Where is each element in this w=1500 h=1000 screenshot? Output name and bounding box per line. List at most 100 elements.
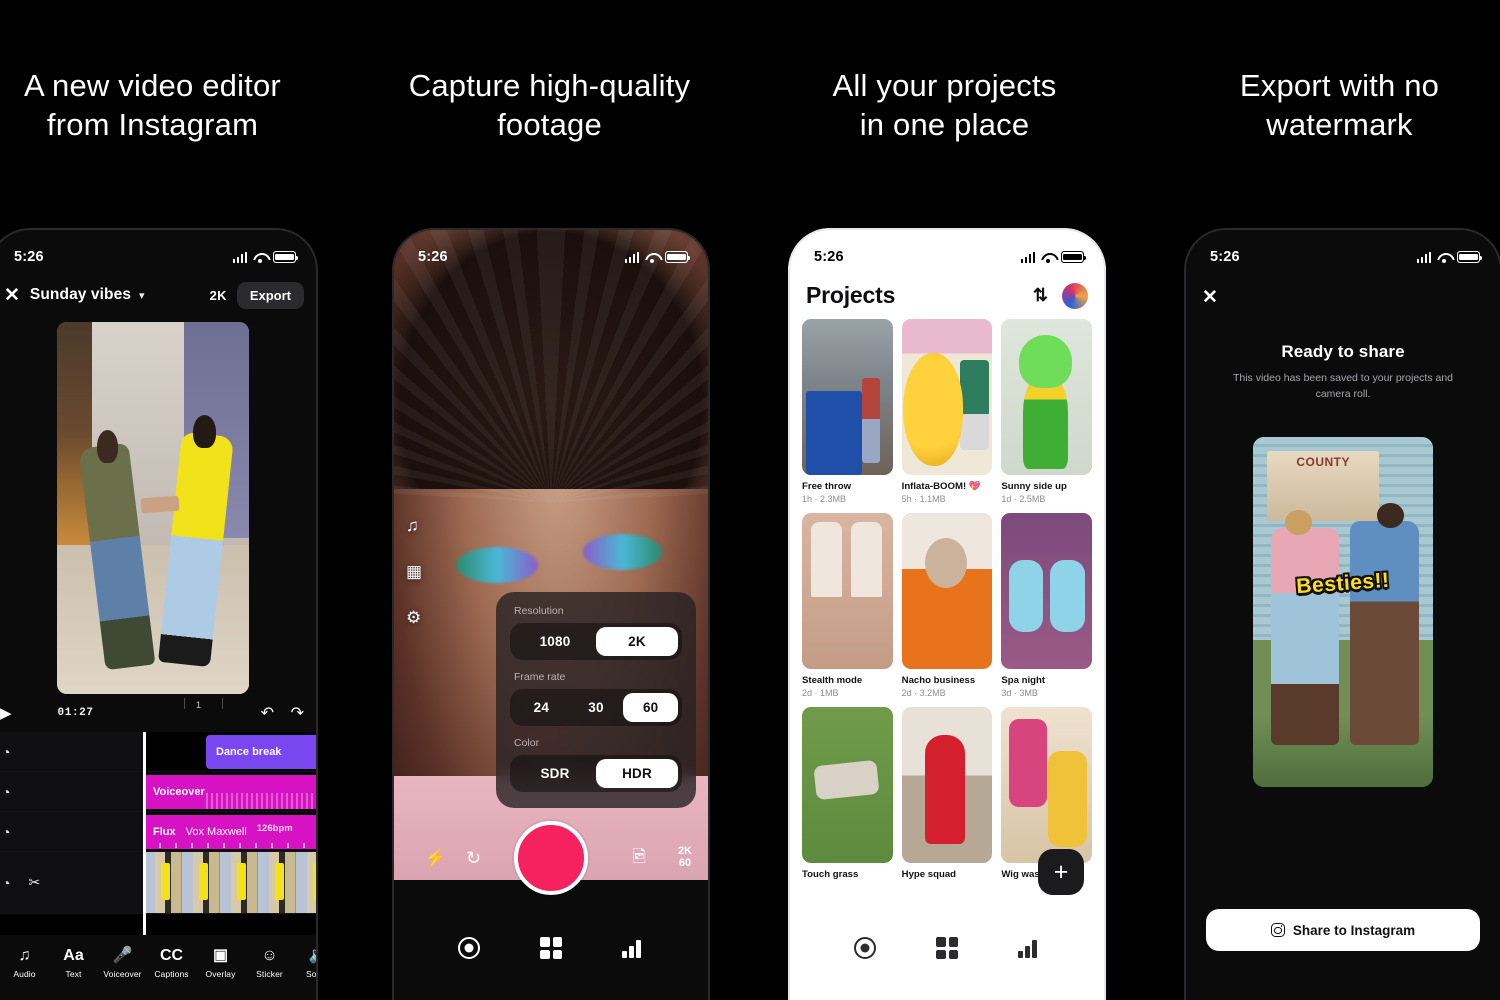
tool-label: Sound bbox=[305, 969, 318, 979]
artist-name: Vox Maxwell bbox=[185, 826, 247, 838]
nav-record-icon[interactable] bbox=[854, 937, 876, 959]
project-thumbnail[interactable] bbox=[802, 707, 893, 863]
music-icon[interactable]: ♫ bbox=[406, 516, 422, 536]
capture-mode-label[interactable]: 2K 60 bbox=[678, 846, 692, 869]
frame-rate-group[interactable]: 24 30 60 bbox=[510, 689, 682, 726]
trim-icon[interactable]: ✂ bbox=[28, 874, 40, 891]
resolution-option-2k[interactable]: 2K bbox=[596, 627, 678, 656]
project-title[interactable]: Sunday vibes bbox=[30, 286, 131, 304]
camera-settings-panel[interactable]: Resolution 1080 2K Frame rate 24 30 60 C… bbox=[496, 592, 696, 808]
project-name: Stealth mode bbox=[802, 675, 863, 686]
play-icon[interactable]: ▶ bbox=[0, 704, 12, 722]
headline-editor: A new video editor from Instagram bbox=[0, 66, 340, 144]
project-name: Free throw bbox=[802, 481, 852, 492]
project-meta: 1h · 2.3MB bbox=[802, 494, 847, 504]
export-button[interactable]: Export bbox=[236, 281, 304, 309]
timeline[interactable]: ◔ Dance break ◔ Voiceover ◔ Flux Vox Max… bbox=[0, 732, 318, 952]
list-item[interactable]: Stealth mode 2d · 1MB bbox=[802, 513, 893, 698]
timeline-track-music[interactable]: ◔ Flux Vox Maxwell 126bpm bbox=[0, 812, 318, 852]
color-option-hdr[interactable]: HDR bbox=[596, 759, 678, 788]
project-thumbnail[interactable] bbox=[802, 319, 893, 475]
preview-person-left bbox=[1271, 527, 1340, 745]
flip-camera-icon[interactable]: ↻ bbox=[466, 848, 481, 869]
volume-icon[interactable]: ◔ bbox=[2, 824, 10, 840]
chevron-down-icon[interactable]: ▾ bbox=[139, 289, 145, 302]
camera-side-rail: ♫ ▦ ⚙ bbox=[406, 516, 422, 628]
resolution-group[interactable]: 1080 2K bbox=[510, 623, 682, 660]
clip-voiceover[interactable]: Voiceover bbox=[143, 775, 318, 809]
list-item[interactable]: Inflata-BOOM! 💖 5h · 1.1MB bbox=[901, 319, 993, 504]
tool-label: Audio bbox=[13, 969, 36, 979]
list-item[interactable]: Spa night 3d · 3MB bbox=[1001, 513, 1092, 698]
gallery-icon[interactable]: 🖻 bbox=[632, 844, 646, 873]
close-icon[interactable]: ✕ bbox=[1202, 286, 1218, 309]
export-video-preview[interactable]: COUNTY Besties!! bbox=[1253, 436, 1433, 787]
settings-icon[interactable]: ⚙ bbox=[406, 608, 422, 628]
tool-sound[interactable]: 🔊 Sound bbox=[294, 946, 318, 979]
project-thumbnail[interactable] bbox=[1001, 319, 1092, 475]
share-button-label: Share to Instagram bbox=[1292, 922, 1416, 938]
status-bar: 5:26 bbox=[788, 228, 1106, 274]
sort-icon[interactable]: ⇅ bbox=[1033, 285, 1048, 306]
redo-icon[interactable]: ↷ bbox=[291, 703, 304, 723]
beat-markers bbox=[143, 843, 318, 848]
list-item[interactable]: Free throw 1h · 2.3MB bbox=[802, 319, 893, 504]
clip-music[interactable]: Flux Vox Maxwell 126bpm bbox=[143, 815, 318, 849]
project-thumbnail[interactable] bbox=[1001, 513, 1092, 669]
list-item[interactable]: Nacho business 2d · 3.2MB bbox=[901, 513, 993, 698]
timeline-track-video[interactable]: ◔ ✂ bbox=[0, 852, 318, 914]
text-icon: Aa bbox=[63, 947, 84, 964]
share-to-instagram-button[interactable]: Share to Instagram bbox=[1206, 909, 1480, 951]
video-filmstrip[interactable] bbox=[143, 852, 318, 913]
video-preview[interactable] bbox=[57, 322, 249, 694]
nav-projects-icon[interactable] bbox=[540, 937, 562, 959]
waveform bbox=[206, 793, 318, 809]
avatar[interactable] bbox=[1062, 282, 1088, 309]
tool-audio[interactable]: ♫ Audio bbox=[0, 946, 49, 979]
quality-label[interactable]: 2K bbox=[210, 288, 227, 303]
tool-voiceover[interactable]: 🎤 Voiceover bbox=[98, 946, 147, 979]
tool-label: Captions bbox=[154, 969, 189, 979]
close-icon[interactable]: ✕ bbox=[4, 286, 20, 305]
nav-insights-icon[interactable] bbox=[622, 939, 644, 958]
headline-line-1: A new video editor bbox=[24, 68, 281, 103]
list-item[interactable]: Hype squad bbox=[901, 707, 993, 882]
wifi-icon bbox=[1437, 252, 1451, 263]
nav-projects-icon[interactable] bbox=[936, 937, 958, 959]
tool-text[interactable]: Aa Text bbox=[49, 946, 98, 979]
resolution-option-1080[interactable]: 1080 bbox=[514, 627, 596, 656]
ruler-tick-right bbox=[222, 698, 223, 709]
project-thumbnail[interactable] bbox=[901, 513, 993, 669]
tool-sticker[interactable]: ☺ Sticker bbox=[245, 946, 294, 979]
frame-rate-option-60[interactable]: 60 bbox=[623, 693, 679, 722]
project-thumbnail[interactable] bbox=[1001, 707, 1092, 863]
flash-icon[interactable]: ⚡ bbox=[424, 848, 446, 869]
playhead[interactable] bbox=[143, 732, 146, 952]
frame-rate-option-24[interactable]: 24 bbox=[514, 693, 569, 722]
add-project-button[interactable]: + bbox=[1038, 849, 1084, 895]
eye-icon[interactable]: ◔ bbox=[2, 744, 10, 760]
project-thumbnail[interactable] bbox=[802, 513, 893, 669]
nav-record-icon[interactable] bbox=[458, 937, 480, 959]
effects-icon[interactable]: ▦ bbox=[406, 562, 422, 582]
list-item[interactable]: Sunny side up 1d · 2.5MB bbox=[1001, 319, 1092, 504]
eye-icon[interactable]: ◔ bbox=[2, 875, 10, 891]
project-thumbnail[interactable] bbox=[901, 707, 993, 863]
timeline-track-voiceover[interactable]: ◔ Voiceover bbox=[0, 772, 318, 812]
nav-insights-icon[interactable] bbox=[1018, 939, 1040, 958]
clip-dance-break[interactable]: Dance break bbox=[206, 735, 318, 769]
project-thumbnail[interactable] bbox=[901, 319, 993, 475]
tool-overlay[interactable]: ▣ Overlay bbox=[196, 946, 245, 979]
project-name: Spa night bbox=[1001, 675, 1046, 686]
color-group[interactable]: SDR HDR bbox=[510, 755, 682, 792]
preview-person-right bbox=[1350, 520, 1419, 745]
tool-captions[interactable]: CC Captions bbox=[147, 946, 196, 979]
timeline-track-overlay[interactable]: ◔ Dance break bbox=[0, 732, 318, 772]
undo-icon[interactable]: ↶ bbox=[261, 703, 274, 723]
volume-icon[interactable]: ◔ bbox=[2, 784, 10, 800]
frame-rate-option-30[interactable]: 30 bbox=[569, 693, 624, 722]
microphone-icon: 🎤 bbox=[112, 947, 133, 964]
record-button[interactable] bbox=[514, 821, 588, 895]
list-item[interactable]: Touch grass bbox=[802, 707, 893, 882]
color-option-sdr[interactable]: SDR bbox=[514, 759, 596, 788]
